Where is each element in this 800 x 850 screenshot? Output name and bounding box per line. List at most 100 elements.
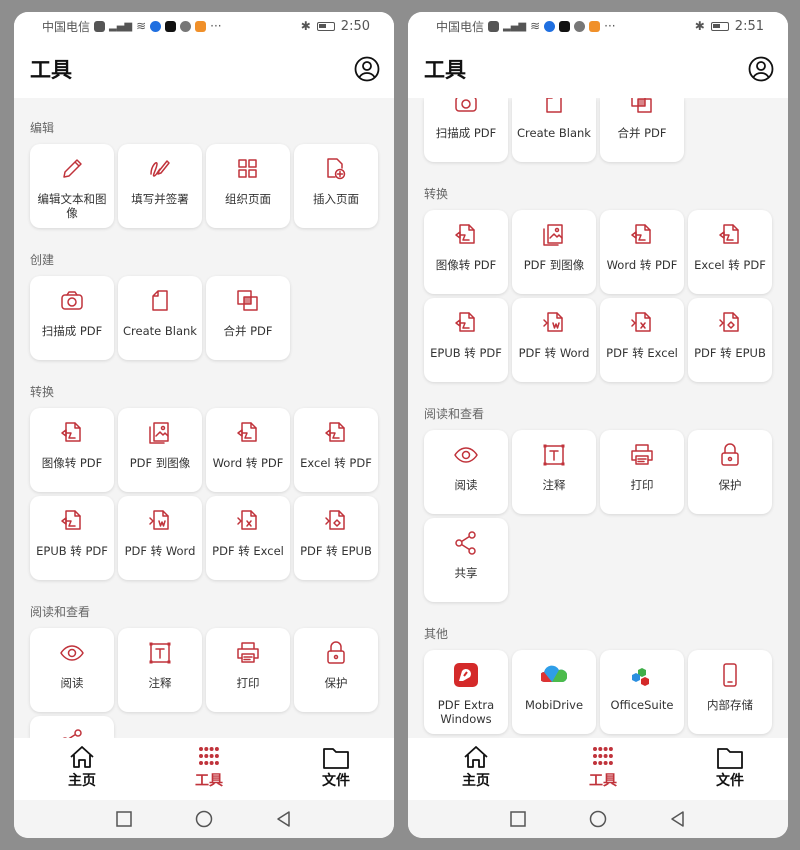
tool-tile-merge[interactable]: 合并 PDF [600,98,684,162]
tool-tile-merge[interactable]: 合并 PDF [206,276,290,360]
tool-tile-pencil[interactable]: 编辑文本和图像 [30,144,114,228]
tool-tile-convert[interactable]: Word 转 PDF [206,408,290,492]
phone-screen-1: 中国电信 ▂▄▆ ≋ ··· ✱ 2:50 工具 编辑 编辑文本和图像 填写并签… [14,12,394,838]
tool-label: Create Blank [517,126,591,140]
eye-icon [454,447,478,463]
tool-tile-convert[interactable]: Word 转 PDF [600,210,684,294]
tool-tile-convert[interactable]: Excel 转 PDF [294,408,378,492]
tool-tile-to-excel[interactable]: PDF 转 Excel [206,496,290,580]
convert-icon [719,224,739,244]
home-circle-icon[interactable] [195,810,213,828]
tool-label: PDF 到图像 [523,258,585,272]
more-notifications-icon: ··· [210,19,222,33]
tool-tile-image[interactable]: PDF 到图像 [118,408,202,492]
tool-tile-officesuite-logo[interactable]: OfficeSuite [600,650,684,734]
tool-label: 插入页面 [313,192,359,206]
nav-tab-folder[interactable]: 文件 [306,744,366,800]
hd-icon [94,20,106,32]
section-3: 阅读和查看 阅读 注释 打印 保护 共享 [424,406,772,602]
bluetooth-icon: ✱ [300,19,311,33]
section-2: 转换 图像转 PDF PDF 到图像 Word 转 PDF Excel 转 PD… [424,186,772,382]
tool-tile-grid[interactable]: 组织页面 [206,144,290,228]
tool-tile-printer[interactable]: 打印 [206,628,290,712]
tool-tile-convert[interactable]: 图像转 PDF [424,210,508,294]
tool-label: Excel 转 PDF [300,456,372,470]
section-0: 编辑 编辑文本和图像 填写并签署 组织页面 插入页面 [30,120,378,228]
back-triangle-icon[interactable] [275,810,293,828]
folder-icon [323,748,349,769]
bottom-nav: 主页 工具 文件 [408,738,788,800]
tool-tile-page-plus[interactable]: 插入页面 [294,144,378,228]
tool-tile-eye[interactable]: 阅读 [30,628,114,712]
tool-tile-mobidrive-logo[interactable]: MobiDrive [512,650,596,734]
tool-tile-pdf-extra-logo[interactable]: PDF Extra Windows [424,650,508,734]
section-label: 编辑 [30,121,55,135]
nav-tab-home[interactable]: 主页 [446,744,506,800]
tool-tile-to-epub[interactable]: PDF 转 EPUB [688,298,772,382]
tool-tile-page[interactable]: Create Blank [512,98,596,162]
tool-tile-convert[interactable]: EPUB 转 PDF [424,298,508,382]
tool-tile-to-word[interactable]: PDF 转 Word [512,298,596,382]
user-circle-icon[interactable] [748,56,774,82]
tool-tile-convert[interactable]: Excel 转 PDF [688,210,772,294]
nav-tab-dots-grid[interactable]: 工具 [179,744,239,800]
convert-icon [61,510,81,530]
section-2: 转换 图像转 PDF PDF 到图像 Word 转 PDF Excel 转 PD… [30,384,378,580]
tool-tile-to-epub[interactable]: PDF 转 EPUB [294,496,378,580]
tool-label: 打印 [236,676,260,690]
tool-tile-text-box[interactable]: 注释 [118,628,202,712]
tool-tile-sign[interactable]: 填写并签署 [118,144,202,228]
tool-tile-image[interactable]: PDF 到图像 [512,210,596,294]
tool-label: 阅读 [454,478,478,492]
tool-tile-convert[interactable]: 图像转 PDF [30,408,114,492]
section-label: 创建 [30,253,55,267]
tool-tile-share[interactable]: 共享 [424,518,508,602]
user-circle-icon[interactable] [354,56,380,82]
tool-tile-lock[interactable]: 保护 [294,628,378,712]
tool-tile-phone[interactable]: 内部存储 [688,650,772,734]
system-navigation-bar [14,800,394,838]
home-circle-icon[interactable] [589,810,607,828]
nav-tab-label: 文件 [716,773,744,789]
nav-tab-label: 工具 [195,773,223,789]
tool-tile-camera[interactable]: 扫描成 PDF [424,98,508,162]
nav-tab-dots-grid[interactable]: 工具 [573,744,633,800]
tool-tile-printer[interactable]: 打印 [600,430,684,514]
recents-square-icon[interactable] [115,810,133,828]
tools-scroll-area[interactable]: 扫描成 PDF Create Blank 合并 PDF 转换 图像转 PDF PD… [408,98,788,734]
tool-label: 阅读 [60,676,84,690]
status-bar: 中国电信 ▂▄▆ ≋ ··· ✱ 2:51 [408,12,788,40]
tool-tile-eye[interactable]: 阅读 [424,430,508,514]
tool-tile-convert[interactable]: EPUB 转 PDF [30,496,114,580]
tool-label: 组织页面 [225,192,271,206]
tool-label: EPUB 转 PDF [430,346,502,360]
nav-tab-folder[interactable]: 文件 [700,744,760,800]
tools-scroll-area[interactable]: 编辑 编辑文本和图像 填写并签署 组织页面 插入页面创建 扫描成 PDF Cre… [14,98,394,738]
tool-label: 图像转 PDF [41,456,103,470]
grid-icon [238,159,257,178]
tool-label: 保护 [718,478,742,492]
tool-tile-share[interactable] [30,716,114,738]
tool-label: PDF Extra Windows [437,698,495,726]
tool-tile-text-box[interactable]: 注释 [512,430,596,514]
recents-square-icon[interactable] [509,810,527,828]
tool-tile-to-excel[interactable]: PDF 转 Excel [600,298,684,382]
merge-icon [237,290,258,311]
tool-label: 填写并签署 [131,192,189,206]
back-triangle-icon[interactable] [669,810,687,828]
tool-tile-camera[interactable]: 扫描成 PDF [30,276,114,360]
mobidrive-logo [541,665,567,683]
to-word-icon [149,510,169,530]
tool-label: 保护 [324,676,348,690]
app-notification-icon [150,20,162,32]
camera-icon [61,291,83,310]
convert-icon [237,422,257,442]
tool-label: 合并 PDF [223,324,273,338]
nav-tab-home[interactable]: 主页 [52,744,112,800]
tool-tile-to-word[interactable]: PDF 转 Word [118,496,202,580]
tool-label: 注释 [148,676,172,690]
tool-tile-page[interactable]: Create Blank [118,276,202,360]
tool-label: OfficeSuite [610,698,674,712]
battery-icon [710,21,729,31]
tool-tile-lock[interactable]: 保护 [688,430,772,514]
